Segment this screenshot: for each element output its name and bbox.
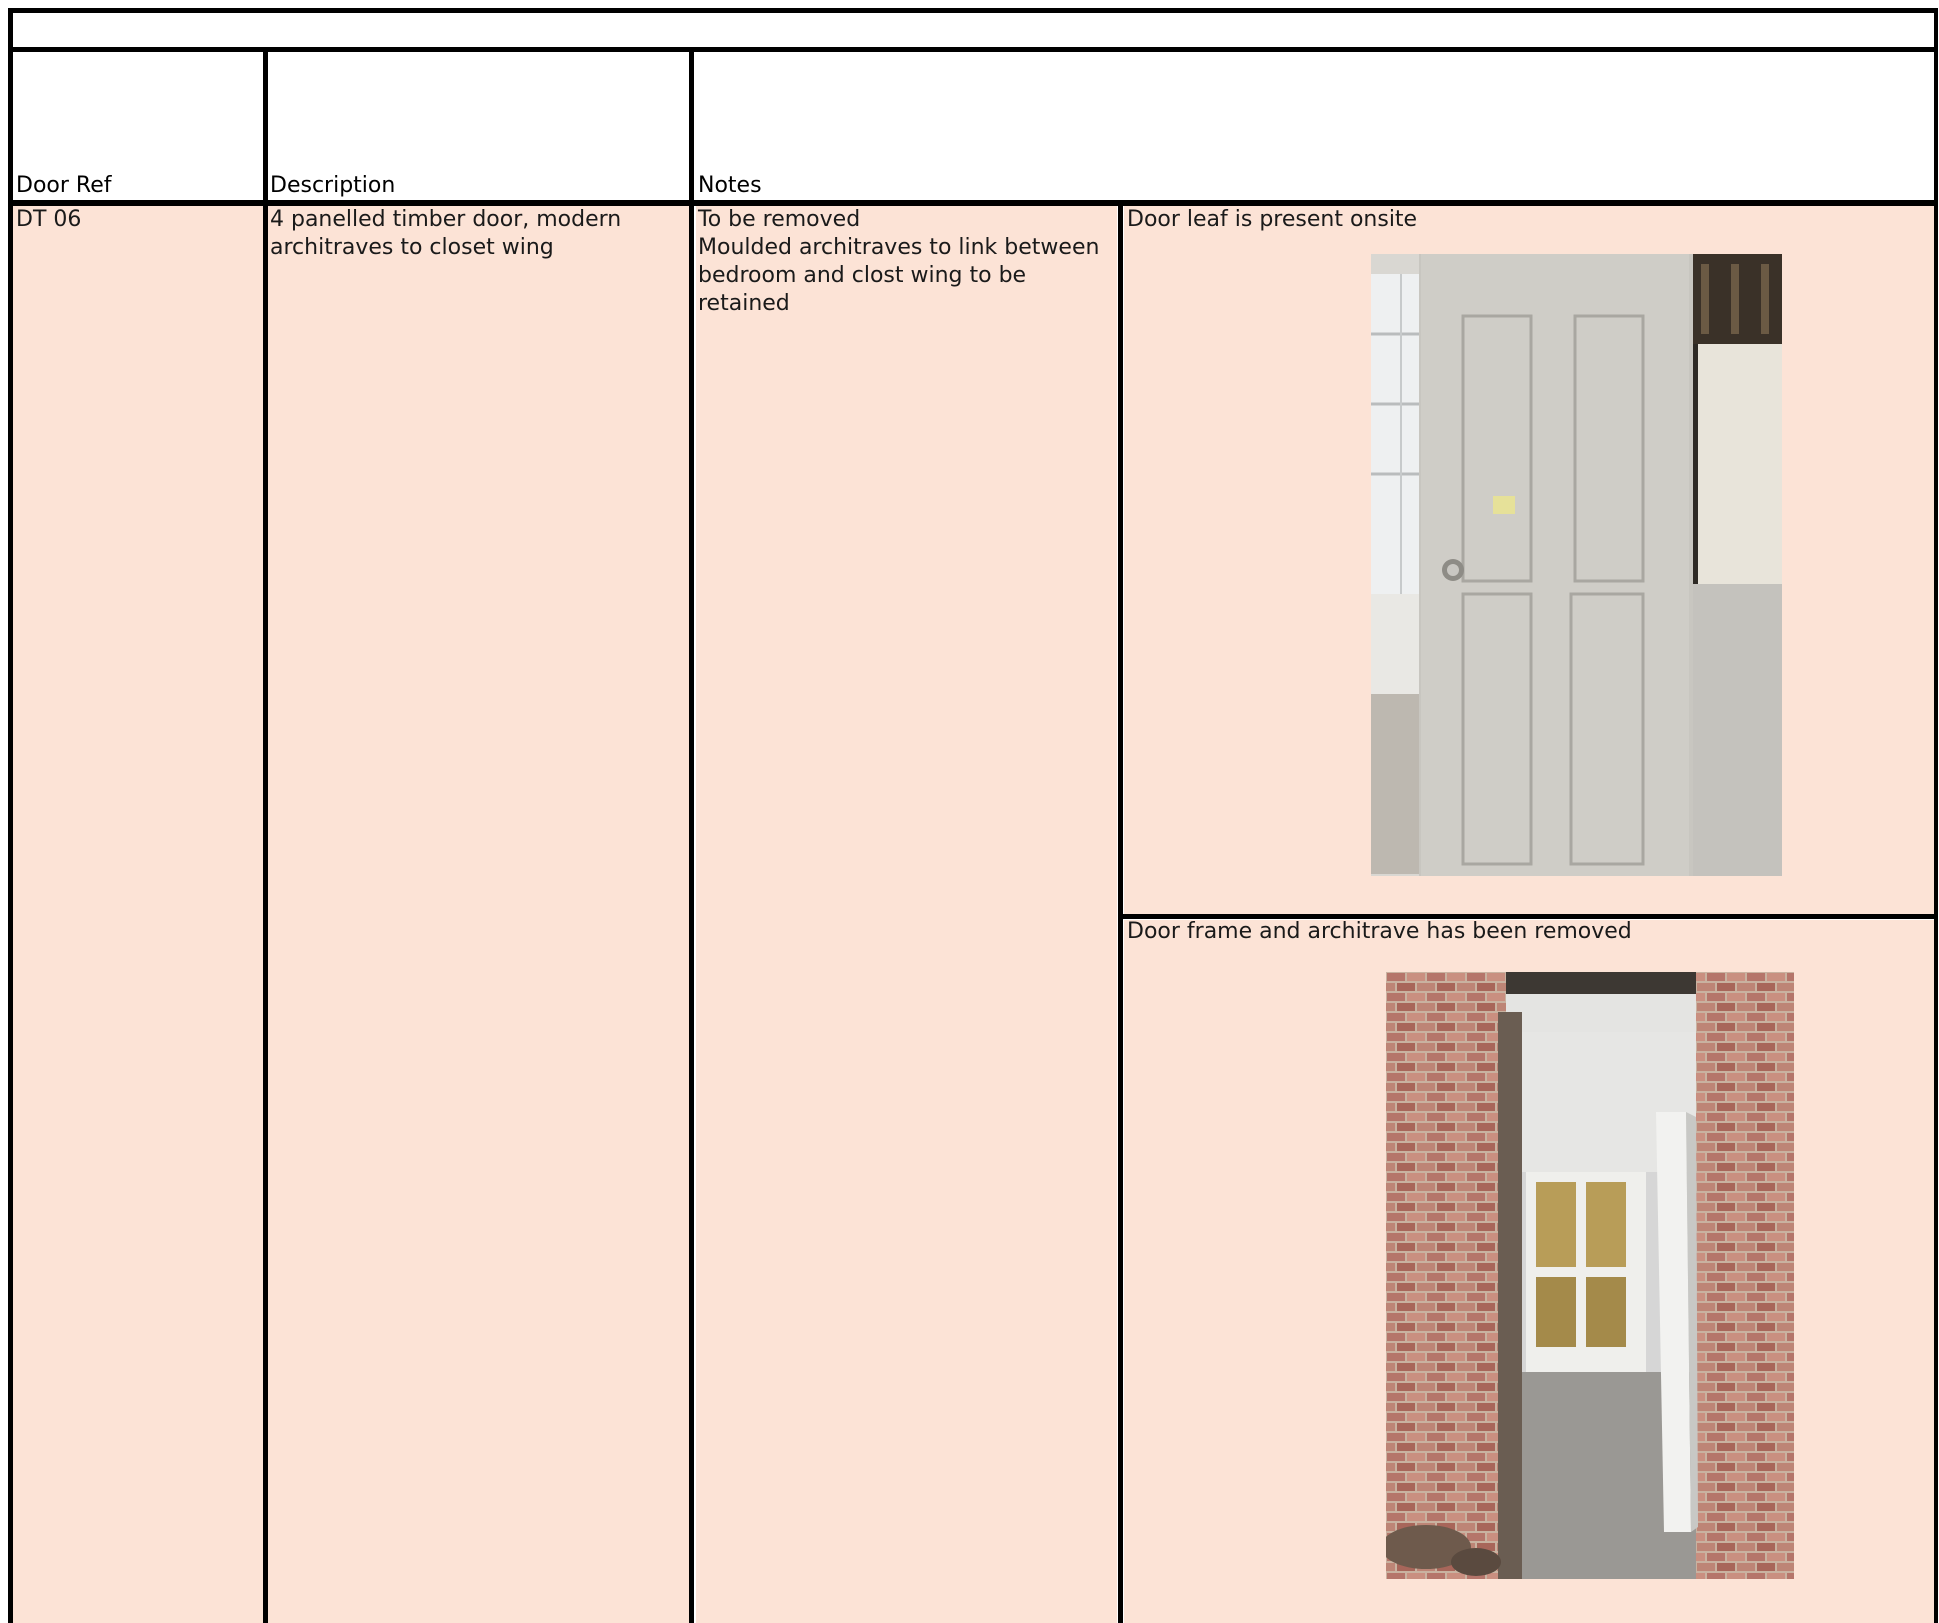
grid-line-top [8,8,1937,13]
description-cell [268,206,689,1623]
grid-line-left [8,8,13,1623]
grid-line-title-bottom [8,47,1937,52]
header-notes: Notes [698,173,762,198]
photo-caption-2: Door frame and architrave has been remov… [1127,919,1632,944]
notes-line-2: Moulded architraves to link between bedr… [698,235,1100,316]
grid-line-col-3 [1118,200,1123,1623]
header-description: Description [270,173,396,198]
door-schedule-sheet: Door Ref Description Notes DT 06 4 panel… [0,0,1939,1623]
grid-line-col-2 [689,47,694,1623]
notes-line-1: To be removed [698,207,861,232]
notes-value: To be removed Moulded architraves to lin… [698,206,1103,318]
door-leaf-photo [1371,254,1782,876]
grid-line-right [1934,8,1938,1623]
notes-cell [696,206,1117,1623]
header-door-ref: Door Ref [16,173,112,198]
description-value: 4 panelled timber door, modern architrav… [270,207,622,260]
grid-line-col-1 [263,47,268,1623]
doorway-photo [1386,972,1794,1579]
photo-caption-1: Door leaf is present onsite [1127,207,1418,232]
door-ref-value: DT 06 [16,207,82,232]
door-ref-cell [13,206,264,1623]
